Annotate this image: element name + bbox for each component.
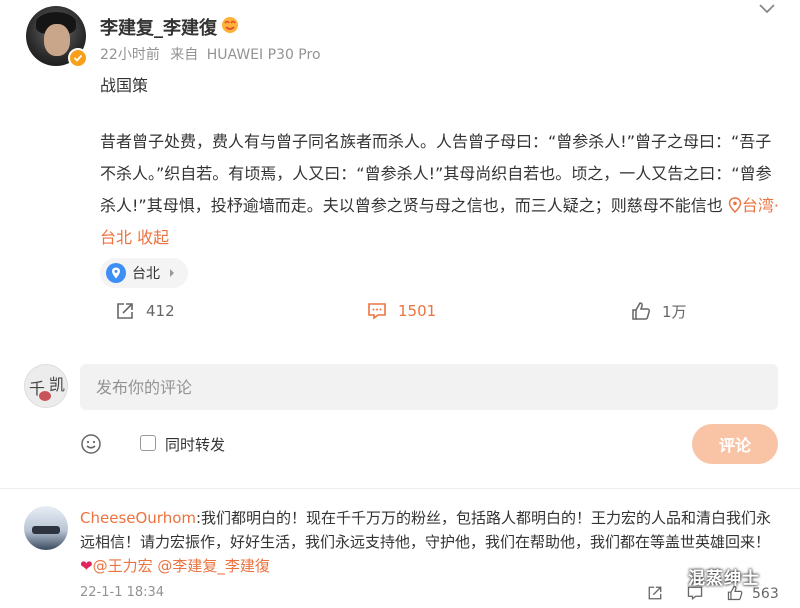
collapse-link[interactable]: 收起 (137, 228, 169, 247)
heart-icon: ❤ (80, 557, 93, 575)
location-chip[interactable]: 台北 (100, 258, 188, 288)
location-pin-icon (106, 263, 126, 283)
avatar-char: 凯 (49, 375, 66, 394)
repost-label[interactable]: 同时转发 (165, 434, 225, 455)
submit-comment-button[interactable]: 评论 (692, 424, 778, 464)
like-count: 1万 (662, 302, 687, 321)
location-pin-icon (728, 197, 742, 213)
comment-count: 1501 (398, 302, 437, 320)
verified-icon (68, 48, 88, 68)
author-name[interactable]: 李建复_李建復 (100, 14, 217, 40)
like-button[interactable]: 1万 (630, 300, 687, 322)
post-title: 战国策 (100, 76, 149, 95)
forward-button[interactable]: 412 (114, 300, 175, 322)
mention-link[interactable]: @李建复_李建復 (157, 557, 270, 575)
comment-button[interactable]: 1501 (366, 300, 436, 322)
comment-input[interactable] (80, 364, 778, 410)
post-time: 22小时前 (100, 47, 160, 63)
chevron-down-icon[interactable] (758, 2, 776, 16)
commenter-avatar[interactable] (24, 506, 68, 550)
post-body: 昔者曾子处费，费人有与曾子同名族者而杀人。人告曾子母曰：“曾参杀人!”曾子之母曰… (100, 126, 780, 254)
source-prefix: 来自 (170, 47, 199, 63)
watermark: 混蒸绅士 (688, 569, 760, 589)
location-chip-label: 台北 (132, 266, 160, 282)
my-avatar[interactable]: 千 凯 (24, 364, 68, 408)
mention-link[interactable]: @王力宏 (93, 557, 153, 575)
post-actions: 412 1501 1万 (0, 300, 800, 328)
comment-icon (368, 303, 386, 320)
post-meta: 22小时前 来自 HUAWEI P30 Pro (100, 44, 321, 64)
commenter-name[interactable]: CheeseOurhom (80, 509, 196, 527)
emoji-icon[interactable] (80, 433, 102, 455)
forward-icon[interactable] (646, 584, 664, 602)
chevron-right-icon (170, 269, 174, 277)
like-icon (632, 302, 651, 320)
checkbox-icon[interactable] (140, 435, 156, 451)
forward-icon (117, 303, 133, 319)
post-body-text: 昔者曾子处费，费人有与曾子同名族者而杀人。人告曾子母曰：“曾参杀人!”曾子之母曰… (100, 132, 772, 215)
fan-badge-icon (222, 17, 238, 33)
forward-count: 412 (146, 302, 175, 320)
divider (0, 488, 800, 489)
comment-time: 22-1-1 18:34 (80, 585, 165, 600)
comment-body: CheeseOurhom:我们都明白的！现在千千万万的粉丝，包括路人都明白的！王… (80, 506, 780, 578)
source-device: HUAWEI P30 Pro (206, 47, 321, 63)
